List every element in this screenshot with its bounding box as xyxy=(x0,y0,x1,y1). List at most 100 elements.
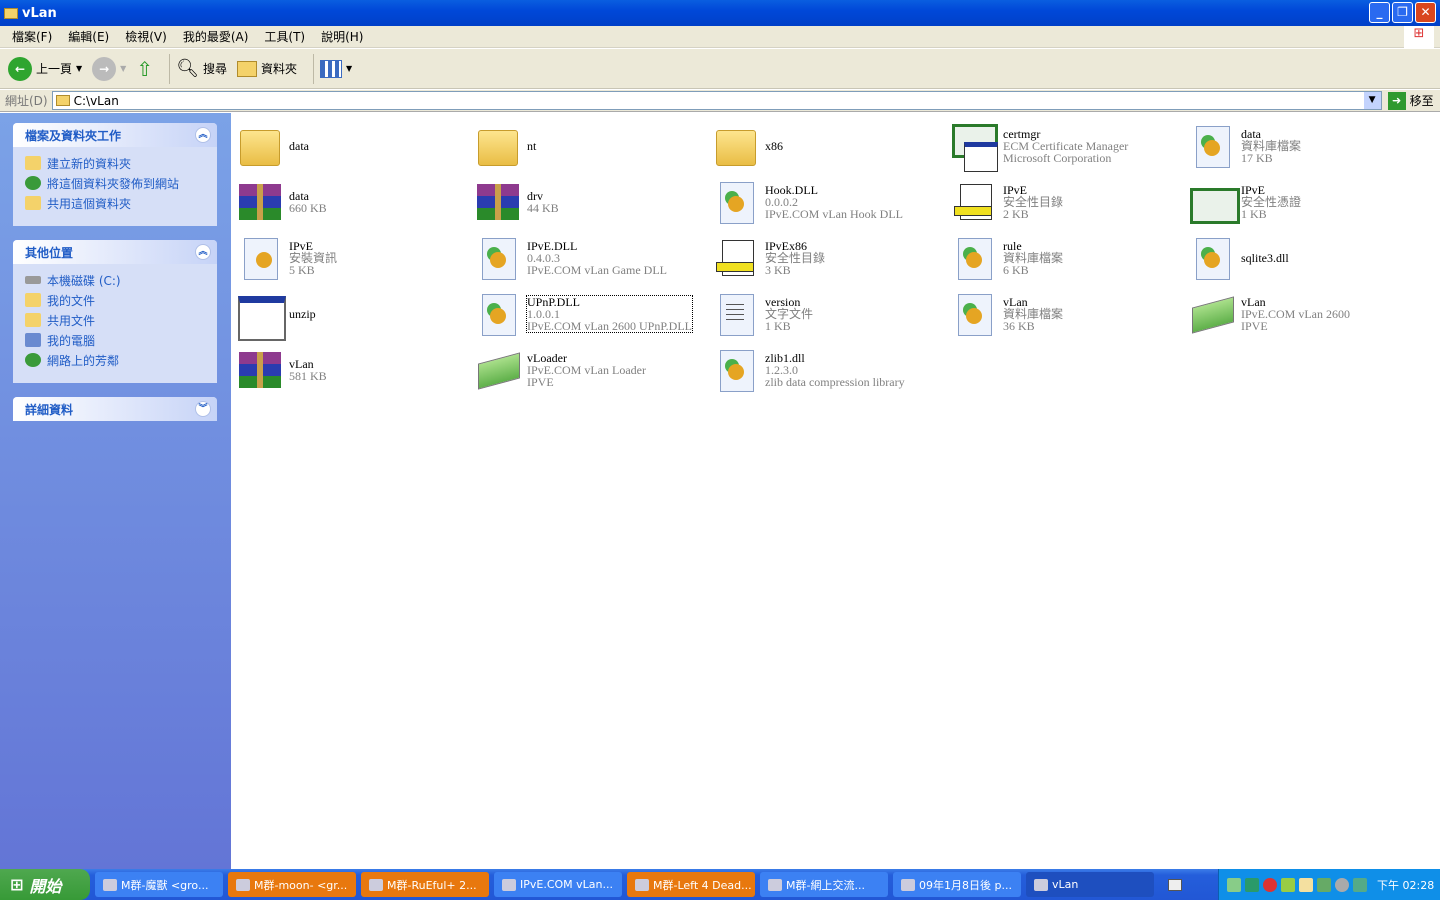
file-item[interactable]: vLan IPvE.COM vLan 2600 IPVE xyxy=(1188,286,1426,342)
taskbar-button-label: M群-RuEful+ 2... xyxy=(387,878,477,892)
file-item[interactable]: certmgr ECM Certificate Manager Microsoft … xyxy=(950,118,1188,174)
place-network[interactable]: 網路上的芳鄰 xyxy=(13,350,217,370)
taskbar-button[interactable]: M群-網上交流... xyxy=(760,872,888,897)
file-item[interactable]: drv 44 KB xyxy=(474,174,712,230)
collapse-icon[interactable]: ︽ xyxy=(195,244,211,260)
nvidia-icon[interactable] xyxy=(1317,877,1331,892)
task-pane: 檔案及資料夾工作 ︽ 建立新的資料夾 將這個資料夾發佈到網站 共用這個資料夾 其他… xyxy=(0,113,231,869)
network-status-icon[interactable] xyxy=(1227,877,1241,892)
address-input[interactable]: C:\vLan ▼ xyxy=(51,91,1382,110)
place-label: 本機磁碟 (C:) xyxy=(47,273,121,288)
taskbar-button-label: M群-網上交流... xyxy=(786,878,865,892)
task-label: 將這個資料夾發佈到網站 xyxy=(47,176,180,191)
volume-icon[interactable] xyxy=(1335,877,1349,892)
up-folder-button[interactable]: ⇧ xyxy=(136,57,153,81)
file-item[interactable]: zlib1.dll 1.2.3.0 zlib data compression li… xyxy=(712,342,950,398)
file-info: IPVE xyxy=(1241,319,1268,333)
network-icon xyxy=(25,353,41,367)
app-tray-icon[interactable] xyxy=(1299,877,1313,892)
security-shield-icon[interactable] xyxy=(1263,877,1277,892)
file-item[interactable]: vLoader IPvE.COM vLan Loader IPVE xyxy=(474,342,712,398)
collapse-icon[interactable]: ︽ xyxy=(195,127,211,143)
task-share-folder[interactable]: 共用這個資料夾 xyxy=(13,193,217,213)
windows-logo-icon: ⊞ xyxy=(10,875,24,894)
taskbar-button[interactable]: M群-Left 4 Dead... xyxy=(627,872,755,897)
chevron-down-icon[interactable]: ▼ xyxy=(76,64,82,73)
place-my-documents[interactable]: 我的文件 xyxy=(13,290,217,310)
panel-header[interactable]: 其他位置 ︽ xyxy=(13,240,217,264)
app-tray-icon[interactable] xyxy=(1245,877,1259,892)
file-item[interactable]: nt xyxy=(474,118,712,174)
back-button[interactable]: ← 上一頁 ▼ xyxy=(8,56,82,81)
folder-icon xyxy=(55,95,70,106)
restore-button[interactable]: ❐ xyxy=(1392,2,1413,23)
go-button[interactable]: ➜ 移至 xyxy=(1387,91,1434,110)
messenger-icon[interactable] xyxy=(1281,877,1295,892)
views-button[interactable]: ▼ xyxy=(319,59,352,78)
file-info: IPvE.COM vLan Game DLL xyxy=(527,263,667,277)
clock[interactable]: 下午 02:28 xyxy=(1377,877,1434,893)
file-item[interactable]: vLan 資料庫檔案 36 KB xyxy=(950,286,1188,342)
menu-edit[interactable]: 編輯(E) xyxy=(60,28,117,45)
app-icon xyxy=(635,878,649,891)
cat-icon xyxy=(712,234,760,282)
app-tray-icon[interactable] xyxy=(1353,877,1367,892)
file-item[interactable]: IPvE 安全性憑證 1 KB xyxy=(1188,174,1426,230)
minimize-button[interactable]: _ xyxy=(1369,2,1390,23)
folder-icon xyxy=(25,313,41,327)
address-dropdown-button[interactable]: ▼ xyxy=(1363,92,1381,109)
panel-header[interactable]: 檔案及資料夾工作 ︽ xyxy=(13,123,217,147)
file-item[interactable]: x86 xyxy=(712,118,950,174)
panel-header[interactable]: 詳細資料 ︾ xyxy=(13,397,217,421)
up-folder-icon: ⇧ xyxy=(136,56,154,81)
file-item[interactable]: IPvE 安裝資訊 5 KB xyxy=(236,230,474,286)
file-item[interactable]: data 資料庫檔案 17 KB xyxy=(1188,118,1426,174)
place-label: 共用文件 xyxy=(47,313,96,328)
taskbar-button[interactable]: M群-魔獸 <gro... xyxy=(95,872,223,897)
file-info: IPvE.COM vLan 2600 UPnP.DLL xyxy=(527,319,693,333)
file-item[interactable]: vLan 581 KB xyxy=(236,342,474,398)
place-shared-documents[interactable]: 共用文件 xyxy=(13,310,217,330)
file-item[interactable]: IPvEx86 安全性目錄 3 KB xyxy=(712,230,950,286)
address-value: C:\vLan xyxy=(73,93,119,108)
task-new-folder[interactable]: 建立新的資料夾 xyxy=(13,153,217,173)
close-button[interactable]: ✕ xyxy=(1415,2,1436,23)
menu-tools[interactable]: 工具(T) xyxy=(256,28,313,45)
file-item[interactable]: data 660 KB xyxy=(236,174,474,230)
folders-button[interactable]: 資料夾 xyxy=(236,60,297,77)
file-label: Hook.DLL 0.0.0.2 IPvE.COM vLan Hook DLL xyxy=(765,184,903,220)
keyboard-icon[interactable] xyxy=(1168,878,1182,891)
file-item[interactable]: Hook.DLL 0.0.0.2 IPvE.COM vLan Hook DLL xyxy=(712,174,950,230)
app-icon xyxy=(502,878,516,891)
file-item[interactable]: IPvE 安全性目錄 2 KB xyxy=(950,174,1188,230)
expand-icon[interactable]: ︾ xyxy=(195,401,211,417)
menu-view[interactable]: 檢視(V) xyxy=(117,28,175,45)
file-item[interactable]: rule 資料庫檔案 6 KB xyxy=(950,230,1188,286)
taskbar-button[interactable]: M群-RuEful+ 2... xyxy=(361,872,489,897)
taskbar-button[interactable]: vLan xyxy=(1026,872,1154,897)
menu-favorites[interactable]: 我的最愛(A) xyxy=(175,28,257,45)
search-label: 搜尋 xyxy=(202,62,227,76)
file-label: IPvE 安全性目錄 2 KB xyxy=(1003,184,1063,220)
taskbar: ⊞ 開始 M群-魔獸 <gro... M群-moon- <gr... M群-RuEfu… xyxy=(0,869,1440,900)
menu-file[interactable]: 檔案(F) xyxy=(4,28,60,45)
menu-help[interactable]: 說明(H) xyxy=(313,28,371,45)
file-item[interactable]: unzip xyxy=(236,286,474,342)
place-my-computer[interactable]: 我的電腦 xyxy=(13,330,217,350)
file-item[interactable]: data xyxy=(236,118,474,174)
file-label: vLan 581 KB xyxy=(289,358,327,382)
file-item[interactable]: UPnP.DLL 1.0.0.1 IPvE.COM vLan 2600 UPnP.D… xyxy=(474,286,712,342)
file-item[interactable]: IPvE.DLL 0.4.0.3 IPvE.COM vLan Game DLL xyxy=(474,230,712,286)
dll-icon xyxy=(1188,122,1236,170)
file-item[interactable]: version 文字文件 1 KB xyxy=(712,286,950,342)
taskbar-button[interactable]: IPvE.COM vLan... xyxy=(494,872,622,897)
start-button[interactable]: ⊞ 開始 xyxy=(0,869,90,900)
search-button[interactable]: 🔍︎ 搜尋 xyxy=(176,58,227,79)
taskbar-button[interactable]: M群-moon- <gr... xyxy=(228,872,356,897)
forward-button[interactable]: → ▼ xyxy=(92,56,126,81)
file-grid: data nt x86 certmgr ECM Certificate Manager M… xyxy=(236,118,1426,398)
task-publish-web[interactable]: 將這個資料夾發佈到網站 xyxy=(13,173,217,193)
taskbar-button[interactable]: 09年1月8日後 p... xyxy=(893,872,1021,897)
file-item[interactable]: sqlite3.dll xyxy=(1188,230,1426,286)
place-local-disk[interactable]: 本機磁碟 (C:) xyxy=(13,270,217,290)
